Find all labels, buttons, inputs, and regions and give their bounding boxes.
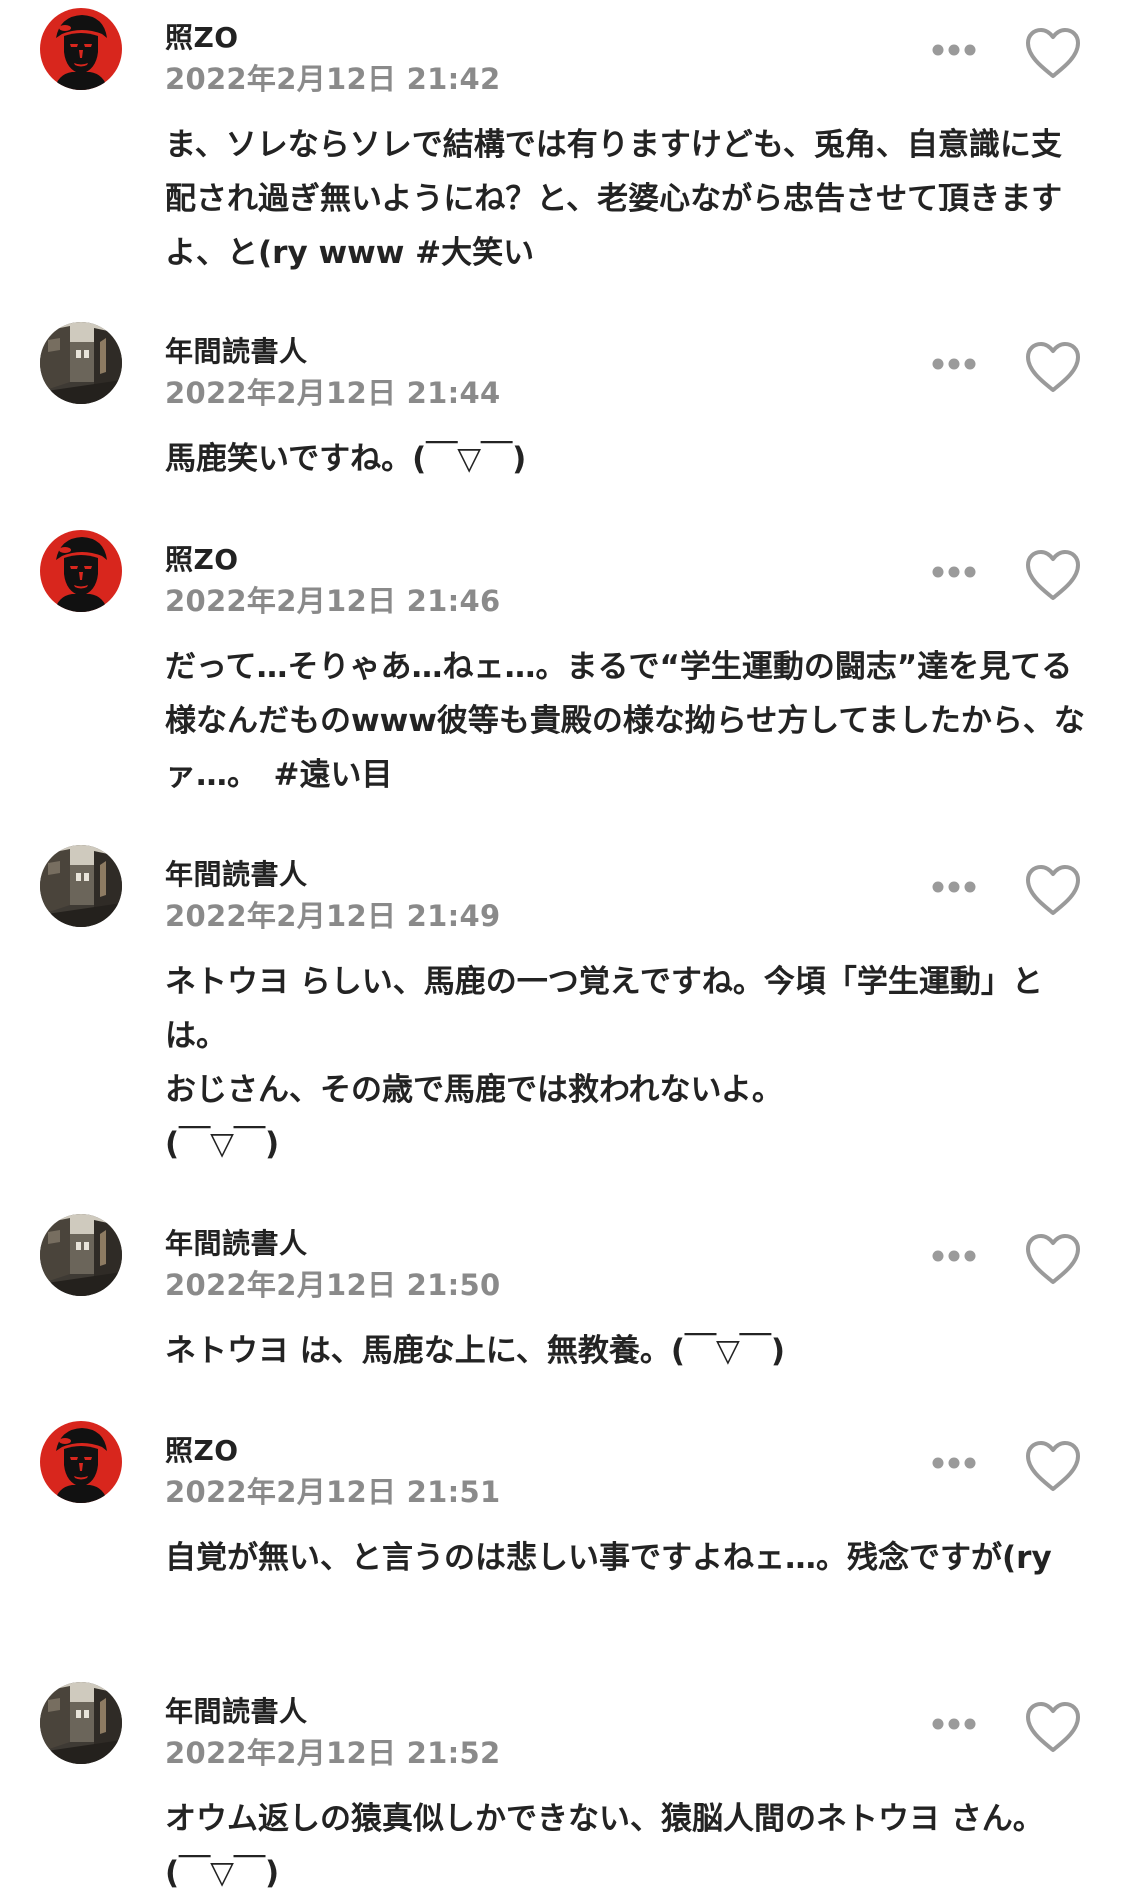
comment-text: ネトウヨ は、馬鹿な上に、無教養。(￣▽￣) — [165, 1333, 786, 1369]
user-avatar[interactable] — [40, 322, 122, 404]
heart-outline-icon — [1026, 28, 1080, 78]
more-dots-icon — [932, 44, 976, 56]
timestamp: 2022年2月12日 21:51 — [165, 1475, 501, 1509]
more-options-button[interactable] — [930, 38, 978, 62]
more-dots-icon — [932, 1250, 976, 1262]
more-options-button[interactable] — [930, 1451, 978, 1475]
username[interactable]: 年間読書人 — [165, 853, 308, 893]
user-avatar[interactable] — [40, 1421, 122, 1503]
heart-outline-icon — [1026, 1441, 1080, 1491]
timestamp: 2022年2月12日 21:49 — [165, 899, 501, 933]
like-button[interactable] — [1024, 548, 1082, 602]
more-dots-icon — [932, 1718, 976, 1730]
che-portrait-avatar — [40, 1421, 122, 1503]
comment-text: だって…そりゃあ…ねェ…。まるで“学生運動の闘志”達を見てる様なんだものwww彼… — [165, 649, 1085, 793]
more-options-button[interactable] — [930, 1244, 978, 1268]
username[interactable]: 年間読書人 — [165, 330, 308, 370]
user-avatar[interactable] — [40, 1682, 122, 1764]
comment-text: ま、ソレならソレで結構では有りますけども、兎角、自意識に支配され過ぎ無いようにね… — [165, 127, 1063, 271]
user-avatar[interactable] — [40, 8, 122, 90]
like-button[interactable] — [1024, 1700, 1082, 1754]
comment-text: ネトウヨ らしい、馬鹿の一つ覚えですね。今頃「学生運動」とは。 おじさん、その歳… — [165, 964, 1043, 1162]
like-button[interactable] — [1024, 340, 1082, 394]
like-button[interactable] — [1024, 1439, 1082, 1493]
username[interactable]: 照ZO — [165, 1429, 239, 1469]
heart-outline-icon — [1026, 1234, 1080, 1284]
comment-text: オウム返しの猿真似しかできない、猿脳人間のネトウヨ さん。(￣▽￣) — [165, 1801, 1044, 1891]
heart-outline-icon — [1026, 342, 1080, 392]
user-avatar[interactable] — [40, 1214, 122, 1296]
username[interactable]: 照ZO — [165, 16, 239, 56]
comment-text: 馬鹿笑いですね。(￣▽￣) — [165, 441, 527, 477]
che-portrait-avatar — [40, 530, 122, 612]
more-dots-icon — [932, 566, 976, 578]
street-photo-avatar — [40, 322, 122, 404]
more-dots-icon — [932, 1457, 976, 1469]
username[interactable]: 照ZO — [165, 538, 239, 578]
timestamp: 2022年2月12日 21:42 — [165, 62, 501, 96]
username[interactable]: 年間読書人 — [165, 1690, 308, 1730]
comment-text: 自覚が無い、と言うのは悲しい事ですよねェ…。残念ですが(ry — [165, 1540, 1052, 1576]
che-portrait-avatar — [40, 8, 122, 90]
more-options-button[interactable] — [930, 1712, 978, 1736]
street-photo-avatar — [40, 845, 122, 927]
timestamp: 2022年2月12日 21:50 — [165, 1268, 501, 1302]
user-avatar[interactable] — [40, 845, 122, 927]
username[interactable]: 年間読書人 — [165, 1222, 308, 1262]
more-options-button[interactable] — [930, 875, 978, 899]
user-avatar[interactable] — [40, 530, 122, 612]
street-photo-avatar — [40, 1682, 122, 1764]
more-dots-icon — [932, 358, 976, 370]
timestamp: 2022年2月12日 21:44 — [165, 376, 501, 410]
timestamp: 2022年2月12日 21:52 — [165, 1736, 501, 1770]
heart-outline-icon — [1026, 865, 1080, 915]
like-button[interactable] — [1024, 26, 1082, 80]
heart-outline-icon — [1026, 1702, 1080, 1752]
more-options-button[interactable] — [930, 560, 978, 584]
more-dots-icon — [932, 881, 976, 893]
like-button[interactable] — [1024, 1232, 1082, 1286]
heart-outline-icon — [1026, 550, 1080, 600]
timestamp: 2022年2月12日 21:46 — [165, 584, 501, 618]
street-photo-avatar — [40, 1214, 122, 1296]
like-button[interactable] — [1024, 863, 1082, 917]
more-options-button[interactable] — [930, 352, 978, 376]
